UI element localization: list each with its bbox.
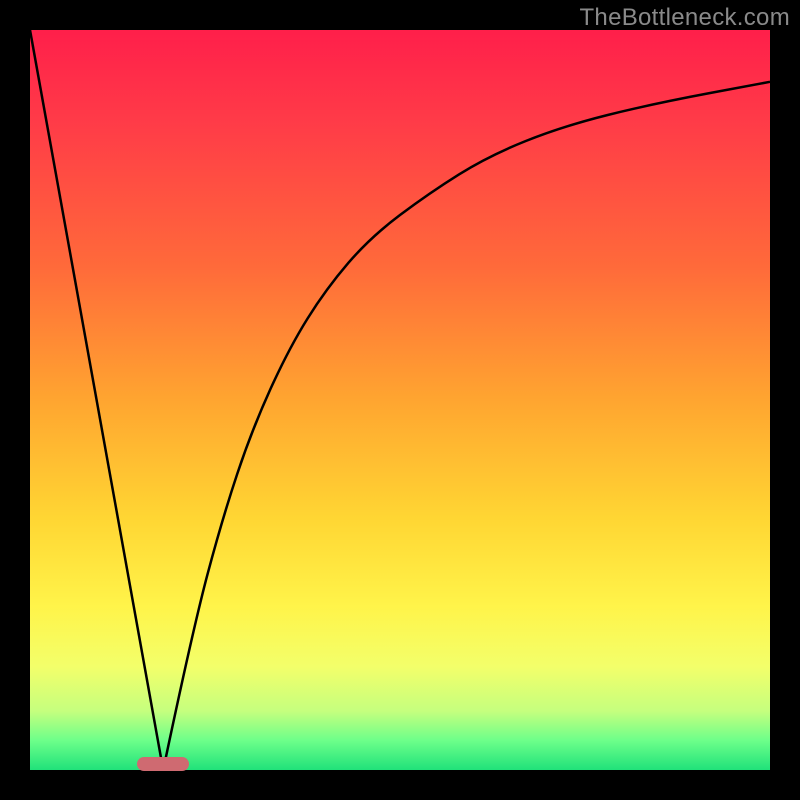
bottleneck-curve [30, 30, 770, 770]
watermark-text: TheBottleneck.com [579, 4, 790, 32]
chart-frame: TheBottleneck.com [0, 0, 800, 800]
curve-right-branch [163, 82, 770, 770]
plot-area [30, 30, 770, 770]
curve-left-branch [30, 30, 163, 770]
optimum-marker [137, 757, 189, 771]
